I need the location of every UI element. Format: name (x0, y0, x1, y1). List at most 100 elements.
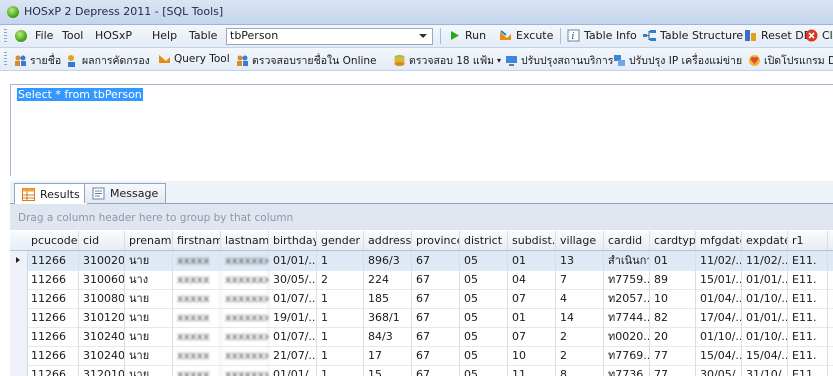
table-cell[interactable]: 05 (460, 289, 508, 308)
table-cell[interactable]: 13 (556, 251, 604, 270)
table-cell[interactable]: 310240... (79, 346, 125, 365)
table-cell[interactable]: 368/1 (364, 308, 412, 327)
table-cell[interactable]: 2 (317, 270, 364, 289)
table-cell[interactable]: 05 (460, 365, 508, 376)
toolbar-item-person-list[interactable]: รายชื่อ (14, 52, 61, 69)
table-cell[interactable]: 11266 (27, 251, 79, 270)
table-cell[interactable]: 07 (508, 327, 556, 346)
toolbar-item-update-server-ip[interactable]: ปรับปรุง IP เครื่องแม่ข่าย (613, 52, 742, 69)
row-indicator[interactable] (10, 308, 28, 327)
table-cell[interactable]: 31/10/... (742, 365, 788, 376)
table-cell[interactable]: 67 (412, 270, 460, 289)
table-cell[interactable]: 67 (412, 308, 460, 327)
group-by-panel[interactable]: Drag a column header here to group by th… (10, 204, 833, 230)
table-cell[interactable]: 30/05/... (696, 365, 742, 376)
table-row[interactable]: 11266310020...นายxxxxxxxxxxxx01/01/...18… (10, 251, 833, 271)
table-cell[interactable]: 4 (556, 289, 604, 308)
table-cell[interactable]: xxxxxxx (221, 289, 269, 308)
table-info-button[interactable]: i Table Info (567, 29, 637, 42)
toolbar-grip[interactable] (4, 29, 7, 43)
menu-file[interactable]: File (35, 29, 53, 42)
table-cell[interactable]: 11/02/... (696, 251, 742, 270)
table-cell[interactable]: 11266 (27, 289, 79, 308)
table-cell[interactable]: 310080... (79, 289, 125, 308)
toolbar-item-check-18-files[interactable]: ตรวจสอบ 18 แฟ้ม ▾ (393, 52, 501, 69)
app-menu-icon[interactable] (15, 30, 27, 42)
table-cell[interactable]: 310060... (79, 270, 125, 289)
column-header[interactable]: mfgdate (696, 231, 742, 250)
table-cell[interactable]: xxxxxxx (221, 346, 269, 365)
table-cell[interactable]: xxxxxxx (221, 251, 269, 270)
table-cell[interactable]: 14 (556, 308, 604, 327)
table-cell[interactable]: สำเนินการ (604, 251, 650, 270)
table-cell[interactable]: 310240... (79, 327, 125, 346)
table-cell[interactable]: 1 (317, 327, 364, 346)
table-cell[interactable]: 312010... (79, 365, 125, 376)
table-cell[interactable]: xxxxx (173, 327, 221, 346)
table-cell[interactable]: 1 (317, 289, 364, 308)
tab-message[interactable]: Message (84, 183, 167, 203)
toolbar-item-screening-result[interactable]: ผลการคัดกรอง (66, 52, 150, 69)
table-cell[interactable]: xxxxx (173, 308, 221, 327)
table-cell[interactable]: 67 (412, 251, 460, 270)
table-cell[interactable]: ท7736... (604, 365, 650, 376)
table-cell[interactable]: 01/07/... (269, 289, 317, 308)
menu-table[interactable]: Table (189, 29, 217, 42)
column-header[interactable]: village (556, 231, 604, 250)
toolbar-grip[interactable] (4, 52, 7, 66)
table-cell[interactable]: 11266 (27, 365, 79, 376)
column-header[interactable]: lastname (221, 231, 269, 250)
column-header[interactable]: address (364, 231, 412, 250)
table-cell[interactable]: ท2057... (604, 289, 650, 308)
table-row[interactable]: 11266310240...นายxxxxxxxxxxxx21/07/...11… (10, 346, 833, 366)
table-row[interactable]: 11266310240...นายxxxxxxxxxxxx01/07/...18… (10, 327, 833, 347)
table-cell[interactable]: 11 (508, 365, 556, 376)
table-cell[interactable]: 185 (364, 289, 412, 308)
table-cell[interactable]: 07 (508, 289, 556, 308)
table-row[interactable]: 11266310120...นายxxxxxxxxxxxx19/01/...13… (10, 308, 833, 328)
toolbar-item-open-depress[interactable]: เปิดโปรแกรม Depress (748, 52, 833, 69)
results-grid[interactable]: pcucodecidprenamefirstnamelastnamebirthd… (10, 231, 833, 376)
table-cell[interactable]: 20 (650, 327, 696, 346)
table-cell[interactable]: 1 (317, 365, 364, 376)
table-cell[interactable]: 2 (556, 346, 604, 365)
table-cell[interactable]: 224 (364, 270, 412, 289)
table-row[interactable]: 11266310060...นางxxxxxxxxxxxx30/05/...22… (10, 270, 833, 290)
table-cell[interactable]: E11. (788, 270, 828, 289)
table-cell[interactable]: E11. (788, 365, 828, 376)
table-cell[interactable]: 17/04/... (696, 308, 742, 327)
table-cell[interactable]: 8 (556, 365, 604, 376)
table-cell[interactable]: ท7769... (604, 346, 650, 365)
table-cell[interactable]: 82 (650, 308, 696, 327)
column-header[interactable]: birthday (269, 231, 317, 250)
table-cell[interactable]: นาย (125, 289, 173, 308)
column-header[interactable]: r1 (788, 231, 828, 250)
tab-results[interactable]: Results (14, 183, 88, 204)
table-cell[interactable]: 1 (317, 251, 364, 270)
table-cell[interactable]: 11266 (27, 327, 79, 346)
table-cell[interactable]: E11. (788, 327, 828, 346)
table-cell[interactable]: 01/10/... (742, 327, 788, 346)
table-cell[interactable]: 1 (317, 308, 364, 327)
table-cell[interactable]: 1 (317, 346, 364, 365)
table-cell[interactable]: 84/3 (364, 327, 412, 346)
table-cell[interactable]: E11. (788, 289, 828, 308)
table-cell[interactable]: 01/01/... (269, 251, 317, 270)
column-header[interactable]: firstname (173, 231, 221, 250)
table-cell[interactable]: xxxxx (173, 251, 221, 270)
table-cell[interactable]: xxxxx (173, 365, 221, 376)
table-cell[interactable]: 67 (412, 289, 460, 308)
column-header[interactable]: cardtype (650, 231, 696, 250)
table-cell[interactable]: xxxxxxx (221, 308, 269, 327)
row-indicator[interactable] (10, 327, 28, 346)
table-cell[interactable]: 01/01/... (742, 270, 788, 289)
table-cell[interactable]: 01/07/... (269, 327, 317, 346)
table-cell[interactable]: 01 (508, 251, 556, 270)
column-header[interactable]: prename (125, 231, 173, 250)
table-select[interactable]: tbPerson (226, 28, 433, 45)
chevron-down-icon[interactable] (419, 34, 427, 38)
column-header[interactable]: cid (79, 231, 125, 250)
column-header[interactable]: subdist... (508, 231, 556, 250)
table-cell[interactable]: 67 (412, 365, 460, 376)
table-cell[interactable]: 15 (364, 365, 412, 376)
